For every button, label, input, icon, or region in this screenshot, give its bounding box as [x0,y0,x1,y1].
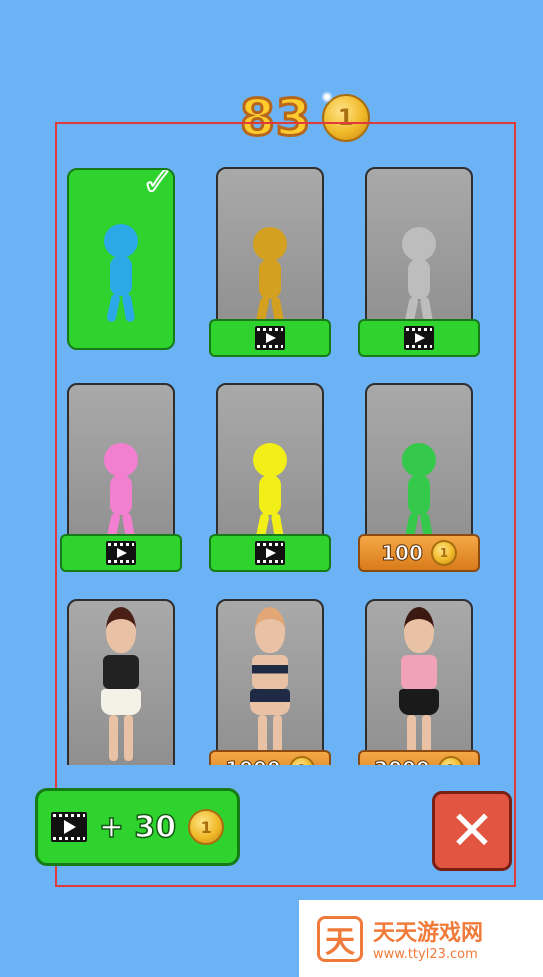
skin-card-girl-bikini[interactable] [216,599,324,765]
checkmark-icon: ✓ [140,168,175,205]
reward-label: + 30 [98,809,177,846]
watch-video-reward-button[interactable]: + 30 1 [35,788,240,866]
close-icon: ✕ [449,799,495,862]
skin-card-blue[interactable]: ✓ [67,168,175,350]
watch-video-button[interactable] [209,319,331,357]
price-button[interactable]: 100 1 [358,534,480,572]
coin-icon: 1 [188,809,225,845]
coin-icon: 1 [437,756,464,765]
watch-video-button[interactable] [358,319,480,357]
character-yellow [253,443,287,542]
coin-icon: 1 [430,540,457,566]
watch-video-button[interactable] [209,534,331,572]
video-icon [255,326,285,350]
coin-icon: 1 [288,756,315,765]
watermark: 天 天天游戏网 www.ttyl23.com [299,900,543,977]
video-icon [255,541,285,565]
price-label: 2000 [374,757,431,766]
video-icon [50,812,87,842]
watermark-logo-icon: 天 [317,915,363,962]
price-button[interactable]: 2000 1 [358,750,480,765]
skin-card-girl-hoodie[interactable] [67,599,175,765]
video-icon [404,326,434,350]
character-girl-bikini [240,607,300,761]
character-gold [253,227,287,326]
character-green [402,443,436,542]
watch-video-button[interactable] [60,534,182,572]
close-button[interactable]: ✕ [432,791,512,871]
character-silver [402,227,436,326]
watermark-url: www.ttyl23.com [373,947,478,962]
watermark-title: 天天游戏网 [373,921,484,946]
character-pink [104,443,138,542]
character-blue [104,224,138,323]
price-label: 1000 [225,757,282,766]
character-girl-pink [389,607,449,761]
skin-grid: ✓ 100 1 [56,123,515,765]
price-label: 100 [381,541,424,566]
skin-card-girl-pink[interactable] [365,599,473,765]
price-button[interactable]: 1000 1 [209,750,331,765]
video-icon [106,541,136,565]
character-girl-hoodie [91,607,151,761]
